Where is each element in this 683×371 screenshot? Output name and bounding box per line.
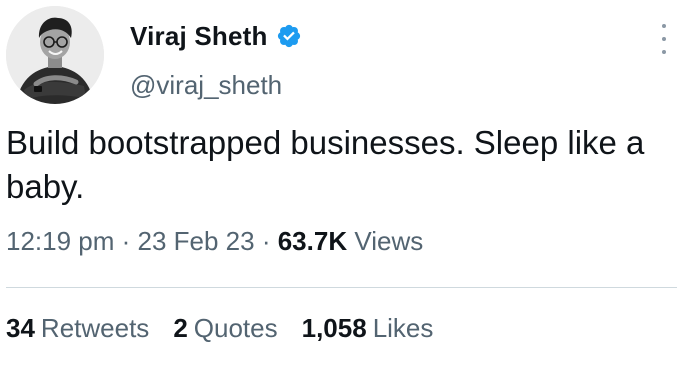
views-count[interactable]: 63.7K: [278, 226, 347, 256]
dot: [662, 37, 666, 41]
retweets-stat[interactable]: 34 Retweets: [6, 313, 149, 344]
avatar-image: [6, 6, 104, 104]
dot: [662, 50, 666, 54]
verified-badge-icon: [277, 24, 300, 48]
avatar[interactable]: [6, 6, 104, 104]
tweet-card: Viraj Sheth @viraj_sheth Build bootstrap…: [0, 0, 683, 371]
quotes-label: Quotes: [193, 313, 278, 343]
meta-separator: ·: [114, 226, 138, 256]
views-label[interactable]: Views: [347, 226, 423, 256]
quotes-count: 2: [173, 313, 188, 343]
engagement-stats: 34 Retweets 2 Quotes 1,058 Likes: [6, 313, 457, 344]
retweets-count: 34: [6, 313, 35, 343]
likes-count: 1,058: [301, 313, 367, 343]
name-row: Viraj Sheth: [130, 18, 302, 54]
tweet-time[interactable]: 12:19 pm: [6, 226, 114, 256]
more-options-icon[interactable]: [657, 24, 671, 54]
user-handle[interactable]: @viraj_sheth: [130, 70, 282, 101]
dot: [662, 24, 666, 28]
likes-label: Likes: [372, 313, 434, 343]
tweet-meta: 12:19 pm · 23 Feb 23 · 63.7K Views: [6, 226, 423, 257]
display-name[interactable]: Viraj Sheth: [130, 21, 268, 52]
retweets-label: Retweets: [40, 313, 150, 343]
meta-separator: ·: [254, 226, 278, 256]
tweet-date[interactable]: 23 Feb 23: [138, 226, 255, 256]
likes-stat[interactable]: 1,058 Likes: [302, 313, 434, 344]
divider: [6, 287, 677, 288]
tweet-text: Build bootstrapped businesses. Sleep lik…: [6, 124, 645, 205]
quotes-stat[interactable]: 2 Quotes: [173, 313, 277, 344]
